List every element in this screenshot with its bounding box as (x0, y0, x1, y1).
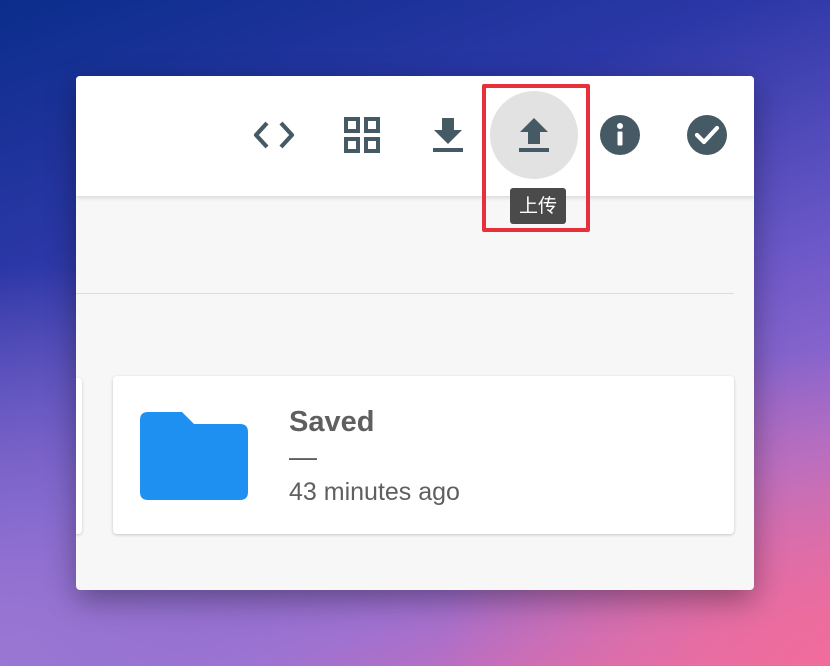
divider (76, 293, 734, 294)
select-button[interactable] (663, 91, 751, 179)
grid-view-button[interactable] (318, 91, 406, 179)
download-button[interactable] (404, 91, 492, 179)
highlight-box (482, 84, 590, 232)
grid-view-icon (344, 117, 380, 153)
app-window: 上传 Saved — 43 minutes ago (76, 76, 754, 590)
partial-card[interactable] (76, 378, 82, 534)
download-icon (433, 118, 463, 152)
folder-card[interactable]: Saved — 43 minutes ago (113, 376, 734, 534)
check-circle-icon (687, 115, 727, 155)
folder-name: Saved (289, 406, 375, 438)
info-icon (600, 115, 640, 155)
folder-subtitle: — (289, 441, 317, 472)
folder-modified-time: 43 minutes ago (289, 478, 460, 506)
code-view-button[interactable] (230, 91, 318, 179)
code-icon (253, 121, 295, 149)
toolbar (76, 76, 754, 196)
folder-icon (140, 412, 248, 500)
